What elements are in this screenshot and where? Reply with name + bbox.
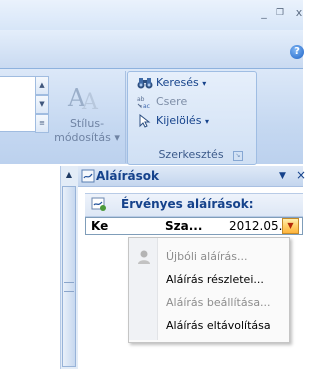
pane-options-chevron-down-icon[interactable]: ▼ [279, 168, 286, 184]
binoculars-icon [137, 76, 153, 90]
signature-pane-icon [81, 169, 95, 183]
signatures-pane-title: Aláírások [96, 169, 159, 183]
gallery-more-button[interactable]: ≡ [35, 114, 49, 133]
close-button[interactable]: x [293, 7, 305, 18]
quick-styles-gallery[interactable] [0, 76, 38, 132]
svg-text:ab: ab [137, 96, 145, 103]
restore-button[interactable]: ❐ [274, 8, 286, 18]
menu-item-signature-setup[interactable]: Aláírás beállítása... [166, 292, 271, 314]
ribbon-tab-strip [0, 30, 303, 69]
change-styles-label-line1: Stílus- [69, 117, 105, 130]
svg-text:ac: ac [143, 103, 150, 109]
change-styles-label-line2: módosítás ▾ [54, 131, 120, 144]
group-separator [125, 71, 126, 163]
select-button[interactable]: Kijelölés ▾ [137, 112, 209, 130]
valid-signature-icon [91, 196, 107, 212]
select-cursor-icon [137, 113, 153, 128]
select-label: Kijelölés [156, 114, 202, 127]
signature-purpose-cell: Sza... [165, 219, 203, 233]
styles-aa-icon[interactable]: A A [64, 79, 108, 115]
pane-close-icon[interactable]: × [296, 167, 306, 183]
find-dropdown-icon: ▾ [202, 79, 207, 88]
menu-item-resign[interactable]: Újbóli aláírás... [166, 246, 248, 268]
valid-signatures-label: Érvényes aláírások: [121, 197, 254, 211]
signature-menu-chevron-down-icon[interactable]: ▼ [282, 218, 299, 234]
menu-item-remove-signature[interactable]: Aláírás eltávolítása [166, 315, 271, 337]
select-dropdown-icon: ▾ [204, 117, 209, 126]
minimize-button[interactable]: _ [258, 7, 270, 18]
replace-icon: ab ac [137, 95, 153, 110]
svg-text:A: A [81, 90, 99, 115]
signature-signer-cell: Ke [91, 219, 109, 233]
replace-label: Csere [156, 95, 188, 108]
dialog-launcher-icon[interactable]: ↘ [233, 151, 243, 161]
signature-date-cell: 2012.05. [229, 219, 283, 233]
gallery-scroll-down-button[interactable]: ▼ [35, 95, 49, 114]
find-button[interactable]: Keresés ▾ [137, 74, 206, 92]
gallery-scroll-up-button[interactable]: ▲ [35, 76, 49, 95]
scroll-up-icon[interactable]: ▲ [62, 166, 76, 184]
help-button[interactable]: ? [290, 45, 304, 59]
find-label: Keresés [156, 76, 199, 89]
menu-item-signature-details[interactable]: Aláírás részletei... [166, 269, 264, 291]
scrollbar-grip [64, 282, 74, 292]
scrollbar-thumb[interactable] [62, 186, 76, 367]
resign-person-icon [136, 249, 152, 265]
replace-button[interactable]: ab ac Csere [137, 93, 187, 111]
change-styles-button[interactable]: Stílus- módosítás ▾ [50, 117, 124, 145]
